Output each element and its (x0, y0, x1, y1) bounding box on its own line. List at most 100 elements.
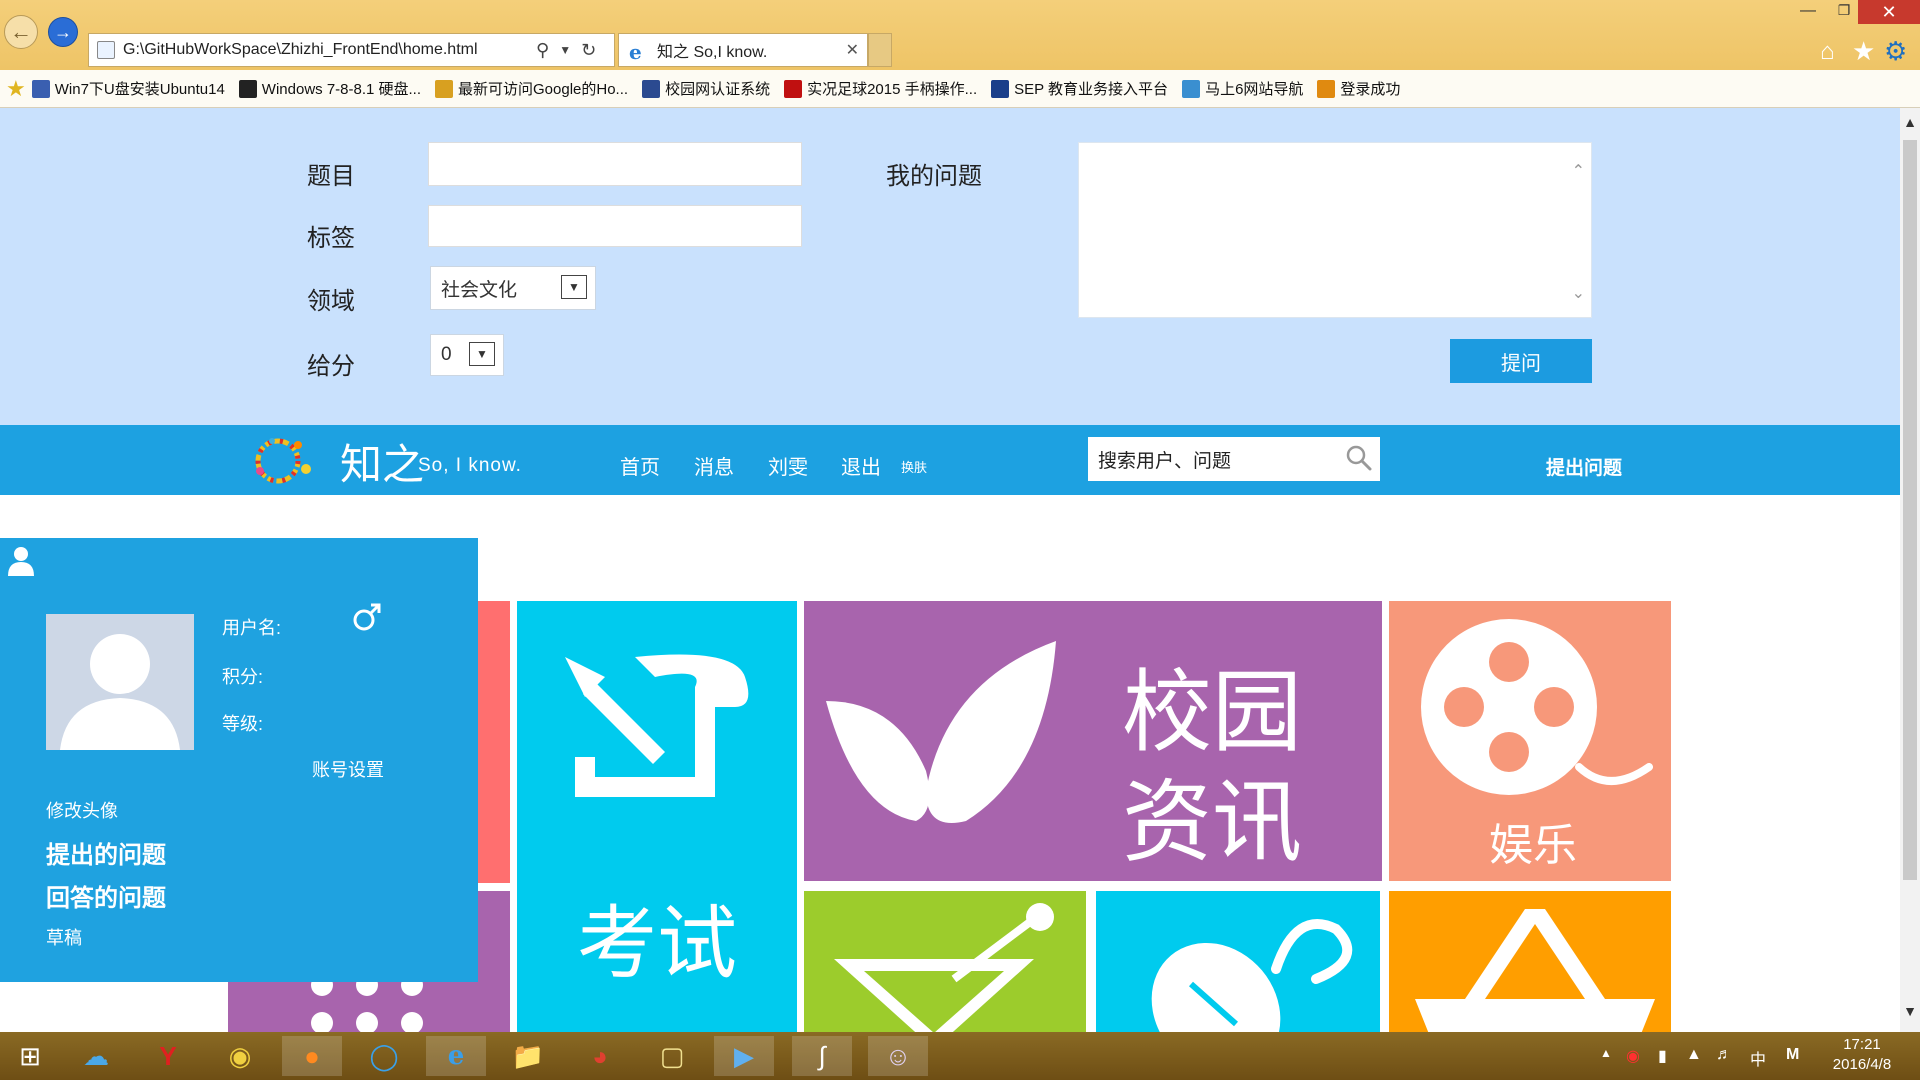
ask-question-link[interactable]: 提出问题 (1546, 453, 1622, 480)
favorite-site-icon (435, 79, 454, 98)
ime-indicator[interactable]: 中 (1750, 1046, 1766, 1070)
battery-icon[interactable]: ▮ (1658, 1046, 1667, 1066)
favorite-label: 实况足球2015 手柄操作... (807, 81, 978, 98)
chevron-down-icon[interactable]: ▼ (559, 43, 571, 57)
baidu-cloud-icon[interactable]: ☁ (66, 1036, 126, 1076)
signal-icon[interactable]: ▲ (1686, 1046, 1702, 1064)
points-label: 积分: (222, 667, 264, 687)
favorite-item[interactable]: 最新可访问Google的Ho... (435, 78, 628, 99)
question-label: 我的问题 (886, 163, 982, 190)
github-icon[interactable]: ☺ (868, 1036, 928, 1076)
field-select-value: 社会文化 (441, 279, 518, 301)
favorite-item[interactable]: 实况足球2015 手柄操作... (784, 78, 977, 99)
windows-taskbar: ⊞ ☁ Y ◉ ● ◯ e 📁 ◕ ▢ ▶ ∫ ☺ ▲ ◉ ▮ ▲ ♬ 中 M … (0, 1032, 1920, 1080)
dots-icon (311, 975, 423, 1032)
window-close-icon[interactable]: ✕ (1858, 0, 1920, 24)
scroll-down-arrow-icon[interactable]: ▼ (1900, 1003, 1920, 1019)
favorite-label: SEP 教育业务接入平台 (1014, 81, 1169, 98)
tile-entertainment-label: 娱乐 (1489, 820, 1577, 871)
title-label: 题目 (307, 163, 355, 190)
start-windows-icon[interactable]: ⊞ (0, 1036, 60, 1076)
tray-expand-icon[interactable]: ▲ (1600, 1046, 1612, 1060)
media-player-icon[interactable]: ▶ (714, 1036, 774, 1076)
site-navbar: 知之 So, I know. 首页 消息 刘雯 退出 换肤 搜索用户、问题 提出… (0, 425, 1900, 495)
tile-cyan-small[interactable] (1096, 891, 1380, 1032)
tile-green[interactable] (804, 891, 1086, 1032)
page-icon (97, 41, 115, 59)
ask-submit-button[interactable]: 提问 (1450, 339, 1592, 383)
search-icon[interactable]: ⚲ (536, 40, 549, 61)
favorite-item[interactable]: 登录成功 (1317, 78, 1400, 99)
nav-logout-link[interactable]: 退出 (841, 451, 881, 480)
search-input[interactable]: 搜索用户、问题 (1088, 437, 1380, 481)
favorites-star-icon[interactable]: ★ (1852, 36, 1875, 67)
volume-icon[interactable]: ♬ (1716, 1046, 1732, 1064)
close-icon[interactable]: ✕ (846, 40, 859, 60)
home-icon[interactable]: ⌂ (1820, 38, 1835, 66)
answered-questions-link[interactable]: 回答的问题 (46, 878, 166, 913)
scroll-up-arrow-icon[interactable]: ▲ (1900, 114, 1920, 130)
change-avatar-link[interactable]: 修改头像 (46, 797, 118, 823)
back-arrow-icon[interactable]: ← (4, 15, 38, 49)
title-input[interactable] (428, 142, 802, 186)
question-textarea[interactable]: ⌃ ⌄ (1078, 142, 1592, 318)
asked-questions-link[interactable]: 提出的问题 (46, 835, 166, 870)
yandex-icon[interactable]: Y (138, 1036, 198, 1076)
minimize-icon[interactable]: — (1796, 2, 1820, 22)
favorite-site-icon (784, 79, 803, 98)
search-icon[interactable] (1346, 445, 1372, 471)
favorite-item[interactable]: 校园网认证系统 (642, 78, 770, 99)
male-icon (353, 603, 381, 631)
ie-taskbar-icon[interactable]: e (426, 1036, 486, 1076)
field-select[interactable]: 社会文化 ▼ (430, 266, 596, 310)
antivirus-icon[interactable]: ◉ (1626, 1046, 1640, 1066)
scroll-down-icon[interactable]: ⌄ (1572, 283, 1585, 303)
tile-campus-news[interactable]: 校园 资讯 (804, 601, 1382, 881)
paint-icon[interactable]: ◉ (210, 1036, 270, 1076)
tile-entertainment[interactable]: 娱乐 (1389, 601, 1671, 881)
ime-mode-indicator[interactable]: M (1786, 1046, 1799, 1064)
favorite-item[interactable]: Windows 7-8-8.1 硬盘... (238, 78, 421, 99)
logo-text[interactable]: 知之 (340, 431, 424, 492)
nav-home-link[interactable]: 首页 (620, 451, 660, 480)
nav-messages-link[interactable]: 消息 (694, 451, 734, 480)
sticky-notes-icon[interactable]: ▢ (642, 1036, 702, 1076)
qq-browser-icon[interactable]: ◯ (354, 1036, 414, 1076)
favorite-label: Win7下U盘安装Ubuntu14 (54, 81, 225, 98)
favorite-item[interactable]: SEP 教育业务接入平台 (991, 78, 1168, 99)
favorite-site-icon (991, 79, 1010, 98)
nav-user-link[interactable]: 刘雯 (768, 451, 808, 480)
chrome-icon[interactable]: ◕ (570, 1036, 630, 1076)
scrollbar-thumb[interactable] (1903, 140, 1917, 880)
favorite-item[interactable]: 马上6网站导航 (1182, 78, 1303, 99)
add-favorite-icon[interactable]: ★ (6, 76, 26, 102)
nav-skin-link[interactable]: 换肤 (901, 457, 927, 476)
tile-exam[interactable]: 考试 (517, 601, 797, 1032)
user-icon[interactable] (6, 544, 36, 576)
refresh-icon[interactable]: ↻ (581, 40, 596, 61)
tile-exam-label: 考试 (577, 897, 737, 990)
eclipse-icon[interactable]: ∫ (792, 1036, 852, 1076)
account-settings-link[interactable]: 账号设置 (312, 756, 384, 782)
drafts-link[interactable]: 草稿 (46, 924, 82, 950)
avatar[interactable] (46, 614, 194, 750)
file-explorer-icon[interactable]: 📁 (498, 1036, 558, 1076)
browser-tab[interactable]: e 知之 So,I know. ✕ (618, 33, 868, 67)
restore-icon[interactable]: ❐ (1832, 2, 1856, 22)
points-select[interactable]: 0 ▼ (430, 334, 504, 376)
firefox-icon[interactable]: ● (282, 1036, 342, 1076)
logo-icon[interactable] (248, 431, 320, 487)
tags-input[interactable] (428, 205, 802, 247)
cocktail-icon (834, 903, 1054, 1032)
favorite-item[interactable]: Win7下U盘安装Ubuntu14 (31, 78, 225, 99)
favorite-site-icon (642, 79, 661, 98)
system-clock[interactable]: 17:21 2016/4/8 (1818, 1035, 1906, 1075)
forward-arrow-icon[interactable]: → (48, 17, 78, 47)
new-tab-button[interactable] (868, 33, 892, 67)
gear-icon[interactable]: ⚙ (1884, 36, 1907, 67)
favorite-label: 最新可访问Google的Ho... (458, 81, 629, 98)
tile-orange[interactable] (1389, 891, 1671, 1032)
username-label: 用户名: (222, 618, 282, 638)
scroll-up-icon[interactable]: ⌃ (1572, 161, 1585, 181)
favorite-label: 登录成功 (1340, 81, 1401, 98)
